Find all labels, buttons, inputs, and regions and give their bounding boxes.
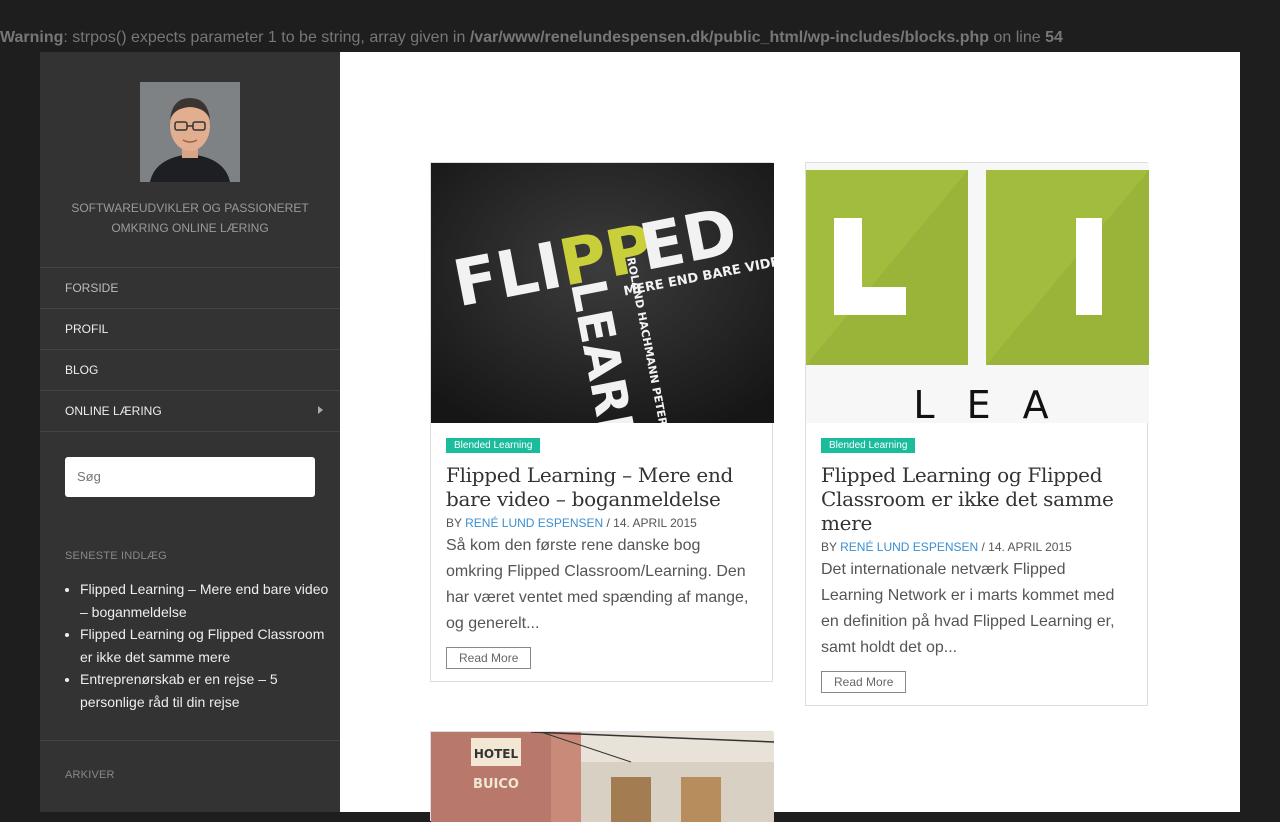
avatar[interactable] xyxy=(140,82,240,182)
post-excerpt: Det internationale netværk Flipped Learn… xyxy=(821,561,1115,656)
menu-item-online-laering-label: Online læring xyxy=(65,404,162,418)
warning-path: /var/www/renelundespensen.dk/public_html… xyxy=(469,29,990,46)
warning-label: Warning xyxy=(0,29,64,46)
widget-divider xyxy=(40,740,340,741)
post-meta: BY René Lund Espensen / 14. APRIL 2015 xyxy=(446,515,757,531)
author-link[interactable]: René Lund Espensen xyxy=(465,516,603,530)
menu-item-forside[interactable]: Forside xyxy=(40,267,340,308)
php-warning: Warning: strpos() expects parameter 1 to… xyxy=(0,28,1063,48)
avatar-portrait xyxy=(140,82,240,182)
site-tagline: Softwareudvikler og passioneret omkring … xyxy=(71,201,309,235)
post-thumbnail[interactable]: HOTEL BUICO xyxy=(431,732,774,822)
menu-item-online-laering[interactable]: Online læring xyxy=(40,390,340,432)
recent-post-link[interactable]: Flipped Learning – Mere end bare video –… xyxy=(80,578,330,623)
read-more-button[interactable]: Read More xyxy=(821,671,907,693)
post-card: HOTEL BUICO xyxy=(430,731,774,822)
category-badge[interactable]: Blended Learning xyxy=(446,438,541,453)
warning-message: : strpos() expects parameter 1 to be str… xyxy=(63,29,470,46)
hotel-sign-2: BUICO xyxy=(473,777,519,792)
logo-bottom-text: L E A xyxy=(913,383,1058,423)
author-link[interactable]: René Lund Espensen xyxy=(840,540,978,554)
post-title[interactable]: Flipped Learning – Mere end bare video –… xyxy=(446,463,757,511)
main-menu: Forside Profil Blog Online læring xyxy=(40,267,340,432)
hotel-sign-1: HOTEL xyxy=(474,747,519,761)
recent-post-link[interactable]: Entreprenørskab er en rejse – 5 personli… xyxy=(80,668,330,713)
menu-item-blog[interactable]: Blog xyxy=(40,349,340,390)
recent-post-link[interactable]: Flipped Learning og Flipped Classroom er… xyxy=(80,623,330,668)
search-input[interactable] xyxy=(65,457,315,497)
post-excerpt: Så kom den første rene danske bog omkrin… xyxy=(446,537,749,632)
post-thumbnail[interactable]: FLI PP ED MERE END BARE VIDEO LEARNIN RO… xyxy=(431,163,774,423)
recent-posts-list: Flipped Learning – Mere end bare video –… xyxy=(65,578,330,713)
read-more-button[interactable]: Read More xyxy=(446,647,532,669)
warning-line-number: 54 xyxy=(1045,29,1063,46)
by-label: BY xyxy=(446,516,466,530)
post-date: / 14. APRIL 2015 xyxy=(603,516,697,530)
chevron-right-icon[interactable] xyxy=(318,406,323,414)
menu-item-profil[interactable]: Profil xyxy=(40,308,340,349)
post-date: / 14. APRIL 2015 xyxy=(978,540,1072,554)
archive-heading: Arkiver xyxy=(65,769,115,781)
post-meta: BY René Lund Espensen / 14. APRIL 2015 xyxy=(821,539,1132,555)
post-title[interactable]: Flipped Learning og Flipped Classroom er… xyxy=(821,463,1132,535)
post-card: L E A Blended Learning Flipped Learning … xyxy=(805,162,1149,706)
warning-on-line: on line xyxy=(989,29,1046,46)
main-content: FLI PP ED MERE END BARE VIDEO LEARNIN RO… xyxy=(340,52,1240,822)
network-logo-image: L E A xyxy=(806,163,1149,423)
by-label: BY xyxy=(821,540,841,554)
hotel-photo-image: HOTEL BUICO xyxy=(431,732,774,822)
post-thumbnail[interactable]: L E A xyxy=(806,163,1149,423)
recent-posts-heading: Seneste indlæg xyxy=(65,550,167,562)
sidebar: Softwareudvikler og passioneret omkring … xyxy=(40,52,340,812)
post-card: FLI PP ED MERE END BARE VIDEO LEARNIN RO… xyxy=(430,162,774,682)
category-badge[interactable]: Blended Learning xyxy=(821,438,916,453)
book-cover-image: FLI PP ED MERE END BARE VIDEO LEARNIN RO… xyxy=(431,163,774,423)
